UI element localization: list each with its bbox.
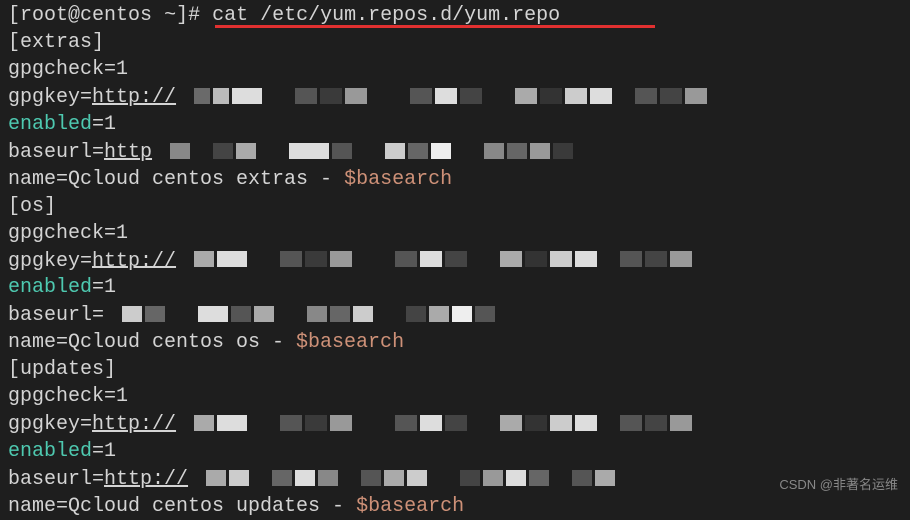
os-enabled: enabled=1: [8, 274, 902, 301]
extras-baseurl: baseurl=http: [8, 138, 902, 166]
section-updates-header: [updates]: [8, 356, 902, 383]
basearch-var: $basearch: [296, 331, 404, 354]
prompt-close-bracket: ]: [176, 4, 188, 27]
command-underline-annotation: [215, 25, 655, 28]
basearch-var: $basearch: [356, 495, 464, 518]
extras-gpgkey: gpgkey=http://: [8, 83, 902, 111]
os-gpgkey-url: http://: [92, 249, 176, 272]
censored-content: [194, 83, 710, 110]
censored-content: [170, 138, 576, 165]
censored-content: [206, 465, 618, 492]
prompt-symbol: #: [188, 4, 200, 27]
updates-gpgkey-url: http://: [92, 413, 176, 436]
os-gpgcheck: gpgcheck=1: [8, 220, 902, 247]
updates-gpgkey: gpgkey=http://: [8, 410, 902, 438]
updates-baseurl-url: http://: [104, 468, 188, 491]
section-os-header: [os]: [8, 193, 902, 220]
updates-gpgcheck: gpgcheck=1: [8, 383, 902, 410]
os-baseurl: baseurl=: [8, 301, 902, 329]
prompt-user: root@centos: [20, 4, 152, 27]
updates-name: name=Qcloud centos updates - $basearch: [8, 493, 902, 520]
extras-gpgkey-url: http://: [92, 86, 176, 109]
prompt-dir: ~: [164, 4, 176, 27]
command-text: cat /etc/yum.repos.d/yum.repo: [212, 4, 560, 27]
extras-name: name=Qcloud centos extras - $basearch: [8, 166, 902, 193]
extras-enabled: enabled=1: [8, 111, 902, 138]
watermark: CSDN @非著名运维: [779, 476, 898, 494]
censored-content: [122, 301, 498, 328]
extras-baseurl-url: http: [104, 141, 152, 164]
prompt-open-bracket: [: [8, 4, 20, 27]
updates-baseurl: baseurl=http://: [8, 465, 902, 493]
updates-enabled: enabled=1: [8, 438, 902, 465]
os-name: name=Qcloud centos os - $basearch: [8, 329, 902, 356]
basearch-var: $basearch: [344, 168, 452, 191]
censored-content: [194, 247, 695, 274]
section-extras-header: [extras]: [8, 29, 902, 56]
os-gpgkey: gpgkey=http://: [8, 247, 902, 275]
extras-gpgcheck: gpgcheck=1: [8, 56, 902, 83]
censored-content: [194, 410, 695, 437]
